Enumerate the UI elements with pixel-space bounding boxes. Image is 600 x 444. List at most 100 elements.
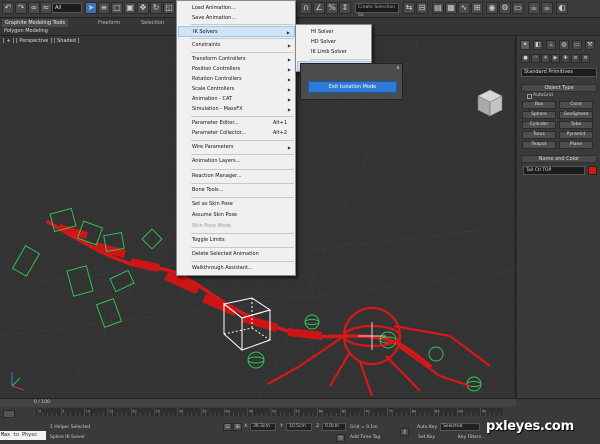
- menu-item-set-as-skin-pose[interactable]: Set as Skin Pose: [178, 199, 295, 210]
- exit-isolation-mode-button[interactable]: Exit Isolation Mode: [308, 81, 397, 93]
- link-button[interactable]: ∞: [28, 2, 40, 14]
- cone-button[interactable]: Cone: [559, 101, 593, 109]
- torus-button[interactable]: Torus: [522, 131, 556, 139]
- shapes-category-button[interactable]: ◠: [531, 54, 540, 63]
- add-time-tag-text[interactable]: Add Time Tag: [350, 435, 380, 440]
- tube-button[interactable]: Tube: [559, 121, 593, 129]
- pyramid-button[interactable]: Pyramid: [559, 131, 593, 139]
- rendered-frame-button[interactable]: ▭: [512, 2, 524, 14]
- display-tab[interactable]: ▭: [572, 40, 582, 50]
- window-crossing-button[interactable]: ▣: [124, 2, 136, 14]
- selection-lock-button[interactable]: ⊡: [223, 423, 232, 431]
- menu-item-simulation-massfx[interactable]: Simulation - MassFX ▶: [178, 104, 295, 115]
- menu-item-parameter-collector[interactable]: Parameter Collector... Alt+2: [178, 128, 295, 139]
- menu-item-walkthrough-assistant[interactable]: Walkthrough Assistant...: [178, 263, 295, 274]
- angle-snap-button[interactable]: ∠: [313, 2, 325, 14]
- primitive-type-dropdown[interactable]: Standard Primitives: [521, 68, 597, 77]
- graphite-toggle-button[interactable]: ▦: [445, 2, 457, 14]
- tab-freeform[interactable]: Freeform: [98, 19, 120, 27]
- set-key-button[interactable]: Set Key: [418, 435, 435, 440]
- scale-button[interactable]: ◱: [163, 2, 175, 14]
- select-object-button[interactable]: ➤: [85, 2, 97, 14]
- menu-item-constraints[interactable]: Constraints ▶: [178, 40, 295, 51]
- menu-item-delete-selected-animation[interactable]: Delete Selected Animation: [178, 249, 295, 260]
- move-button[interactable]: ✥: [137, 2, 149, 14]
- create-tab[interactable]: ✦: [520, 40, 530, 50]
- modify-tab[interactable]: ◧: [533, 40, 543, 50]
- tab-graphite-modeling-tools[interactable]: Graphite Modeling Tools: [2, 19, 69, 27]
- object-type-rollout-header[interactable]: Object Type: [521, 84, 597, 92]
- key-filters-button[interactable]: Key Filters...: [458, 435, 485, 440]
- bind-space-warp-button[interactable]: ≈: [40, 2, 52, 14]
- hierarchy-tab[interactable]: ⊥: [546, 40, 556, 50]
- spinner-snap-button[interactable]: ⇕: [339, 2, 351, 14]
- menu-item-bone-tools[interactable]: Bone Tools...: [178, 185, 295, 196]
- menu-item-animation-layers[interactable]: Animation Layers...: [178, 156, 295, 167]
- key-mode-button[interactable]: ⚷: [400, 428, 409, 436]
- time-slider[interactable]: 0 / 100: [0, 399, 516, 407]
- viewport-label[interactable]: [ + ] [ Perspective ] [ Shaded ]: [3, 38, 79, 44]
- y-coordinate-field[interactable]: 10.5cm: [286, 423, 312, 431]
- teapot-button[interactable]: Teapot: [522, 141, 556, 149]
- activeshade-button[interactable]: ◐: [556, 2, 568, 14]
- auto-key-selection-dropdown[interactable]: Selected: [440, 423, 480, 431]
- isolation-panel-close-button[interactable]: x: [394, 65, 402, 72]
- render-iterative-button[interactable]: ☕: [541, 2, 553, 14]
- snap-toggle-button[interactable]: ∩: [300, 2, 312, 14]
- align-button[interactable]: ⊟: [416, 2, 428, 14]
- ribbon-panel-polygon-modeling[interactable]: Polygon Modeling: [4, 28, 48, 35]
- ik-item-hd-solver[interactable]: HD Solver: [297, 37, 371, 47]
- object-color-swatch[interactable]: [588, 166, 597, 175]
- menu-item-reaction-manager[interactable]: Reaction Manager...: [178, 171, 295, 182]
- menu-item-toggle-limits[interactable]: Toggle Limits: [178, 235, 295, 246]
- x-coordinate-field[interactable]: 36.3cm: [250, 423, 276, 431]
- menu-item-wire-parameters[interactable]: Wire Parameters ▶: [178, 142, 295, 153]
- tab-selection[interactable]: Selection: [141, 19, 164, 27]
- plane-button[interactable]: Plane: [559, 141, 593, 149]
- menu-item-skin-pose-mode[interactable]: Skin Pose Mode: [178, 221, 295, 232]
- object-name-field[interactable]: Tail Ctl TOP: [523, 166, 585, 175]
- lights-category-button[interactable]: ☀: [541, 54, 550, 63]
- cylinder-button[interactable]: Cylinder: [522, 121, 556, 129]
- z-coordinate-field[interactable]: 0.0cm: [322, 423, 346, 431]
- mirror-button[interactable]: ⇆: [403, 2, 415, 14]
- ik-item-hi-solver[interactable]: HI Solver: [297, 27, 371, 37]
- name-and-color-rollout-header[interactable]: Name and Color: [521, 155, 597, 163]
- maxscript-listener[interactable]: Max to Physc: [0, 431, 46, 440]
- schematic-view-button[interactable]: ⊞: [471, 2, 483, 14]
- time-tag-button[interactable]: ◷: [336, 434, 345, 442]
- menu-item-ik-solvers[interactable]: IK Solvers ▶: [178, 26, 295, 37]
- utilities-tab[interactable]: ⚒: [585, 40, 595, 50]
- sphere-button[interactable]: Sphere: [522, 111, 556, 119]
- cameras-category-button[interactable]: ▶: [551, 54, 560, 63]
- menu-item-save-animation[interactable]: Save Animation...: [178, 13, 295, 24]
- menu-separator: [191, 261, 294, 262]
- systems-category-button[interactable]: ✲: [581, 54, 590, 63]
- selection-filter-dropdown[interactable]: All: [52, 3, 82, 13]
- auto-key-button[interactable]: Auto Key: [417, 425, 437, 430]
- rectangular-selection-button[interactable]: □: [111, 2, 123, 14]
- layer-manager-button[interactable]: ▤: [432, 2, 444, 14]
- geometry-category-button[interactable]: ●: [521, 54, 530, 63]
- space-warps-category-button[interactable]: ≋: [571, 54, 580, 63]
- named-selection-set-field[interactable]: Create Selection Se: [355, 3, 399, 18]
- viewcube[interactable]: [477, 89, 503, 117]
- menu-item-assume-skin-pose[interactable]: Assume Skin Pose: [178, 210, 295, 221]
- box-button[interactable]: Box: [522, 101, 556, 109]
- geosphere-button[interactable]: GeoSphere: [559, 111, 593, 119]
- mini-curve-editor-button[interactable]: [3, 410, 15, 418]
- helpers-category-button[interactable]: ✚: [561, 54, 570, 63]
- curve-editor-button[interactable]: ∿: [458, 2, 470, 14]
- absolute-mode-button[interactable]: ⊞: [233, 423, 242, 431]
- percent-snap-button[interactable]: %: [326, 2, 338, 14]
- render-production-button[interactable]: ☕: [528, 2, 540, 14]
- material-editor-button[interactable]: ◉: [486, 2, 498, 14]
- motion-tab[interactable]: ◍: [559, 40, 569, 50]
- redo-button[interactable]: ↷: [15, 2, 27, 14]
- ik-item-ik-limb-solver[interactable]: IK Limb Solver: [297, 47, 371, 57]
- select-by-name-button[interactable]: ≡: [98, 2, 110, 14]
- undo-button[interactable]: ↶: [2, 2, 14, 14]
- autogrid-checkbox[interactable]: [527, 94, 532, 99]
- render-setup-button[interactable]: ⚙: [499, 2, 511, 14]
- rotate-button[interactable]: ↻: [150, 2, 162, 14]
